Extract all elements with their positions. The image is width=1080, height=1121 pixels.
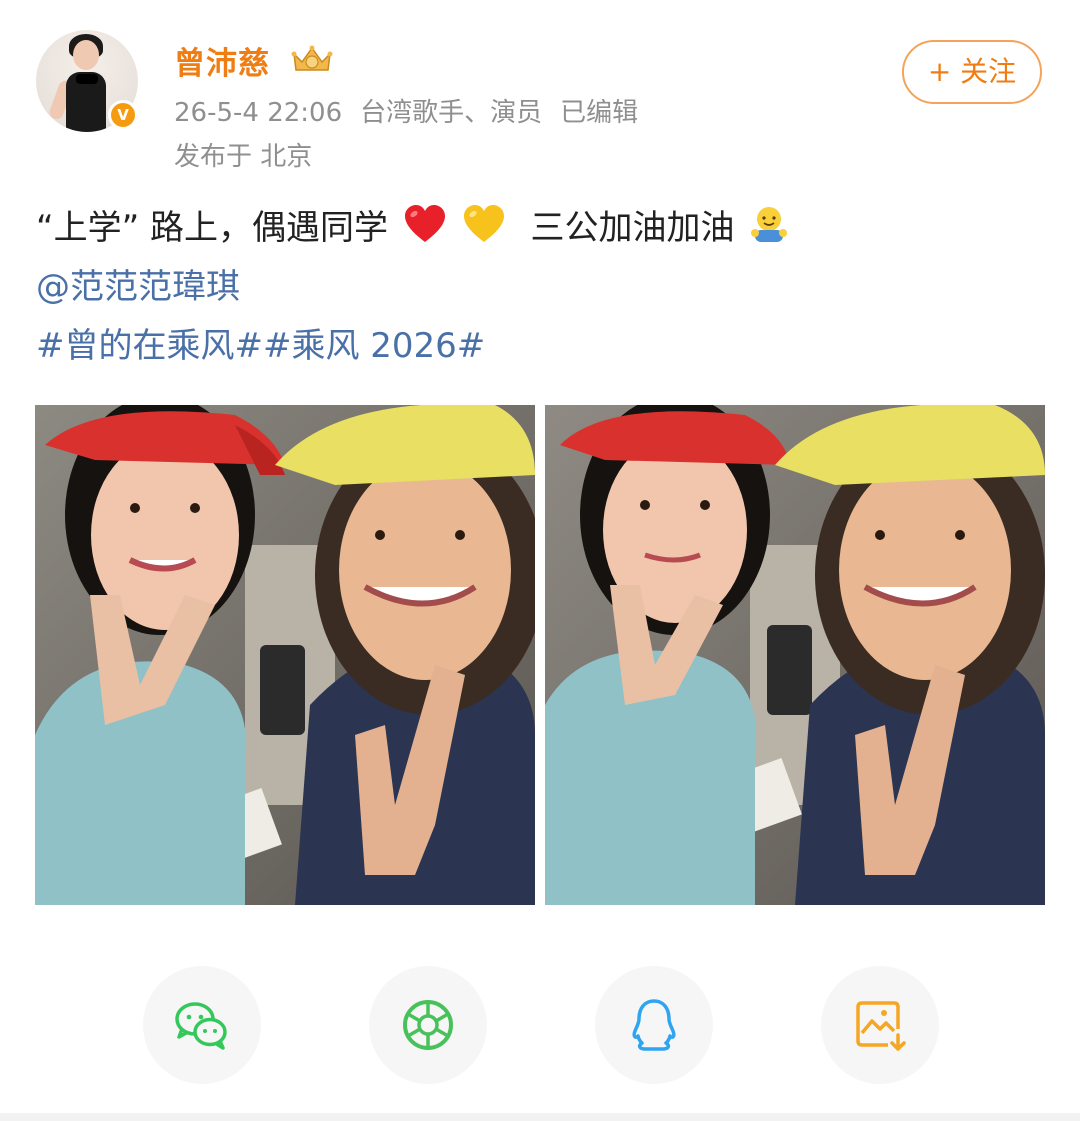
hashtag-link-2[interactable]: #乘风 2026# [263,326,485,366]
crown-badge-icon [291,45,333,71]
share-wechat-button[interactable] [143,966,261,1084]
bottom-divider [0,1113,1080,1121]
wechat-icon [175,1002,227,1050]
post-text-part2: 三公加油加油 [530,208,735,248]
verified-badge-icon: V [108,100,138,130]
yellow-heart-icon [463,205,504,242]
selfie-photo-2[interactable] [545,405,1045,905]
location: 发布于 北京 [174,142,313,172]
username[interactable]: 曾沛慈 [174,38,270,83]
moments-icon [403,1000,453,1050]
hashtag-link-1[interactable]: #曾的在乘风# [36,326,263,366]
follow-button[interactable]: + 关注 [902,40,1042,104]
share-qq-button[interactable] [595,966,713,1084]
save-image-button[interactable] [821,966,939,1084]
hug-emoji-icon [751,207,788,242]
post-meta: 26-5-4 22:06 台湾歌手、演员 已编辑 [174,92,656,129]
save-image-icon [856,1001,906,1051]
edited-label[interactable]: 已编辑 [560,98,638,128]
qq-icon [632,999,676,1051]
mention-link[interactable]: @范范范瑋琪 [36,259,240,315]
hashtags: #曾的在乘风##乘风 2026# [36,318,485,374]
post-text: “上学” 路上，偶遇同学 三公加油加油 [36,200,791,256]
selfie-photo-1[interactable] [35,405,535,905]
post-text-part1: “上学” 路上，偶遇同学 [36,208,389,248]
user-description: 台湾歌手、演员 [360,98,543,128]
share-moments-button[interactable] [369,966,487,1084]
timestamp: 26-5-4 22:06 [174,98,343,128]
red-heart-icon [404,205,445,242]
